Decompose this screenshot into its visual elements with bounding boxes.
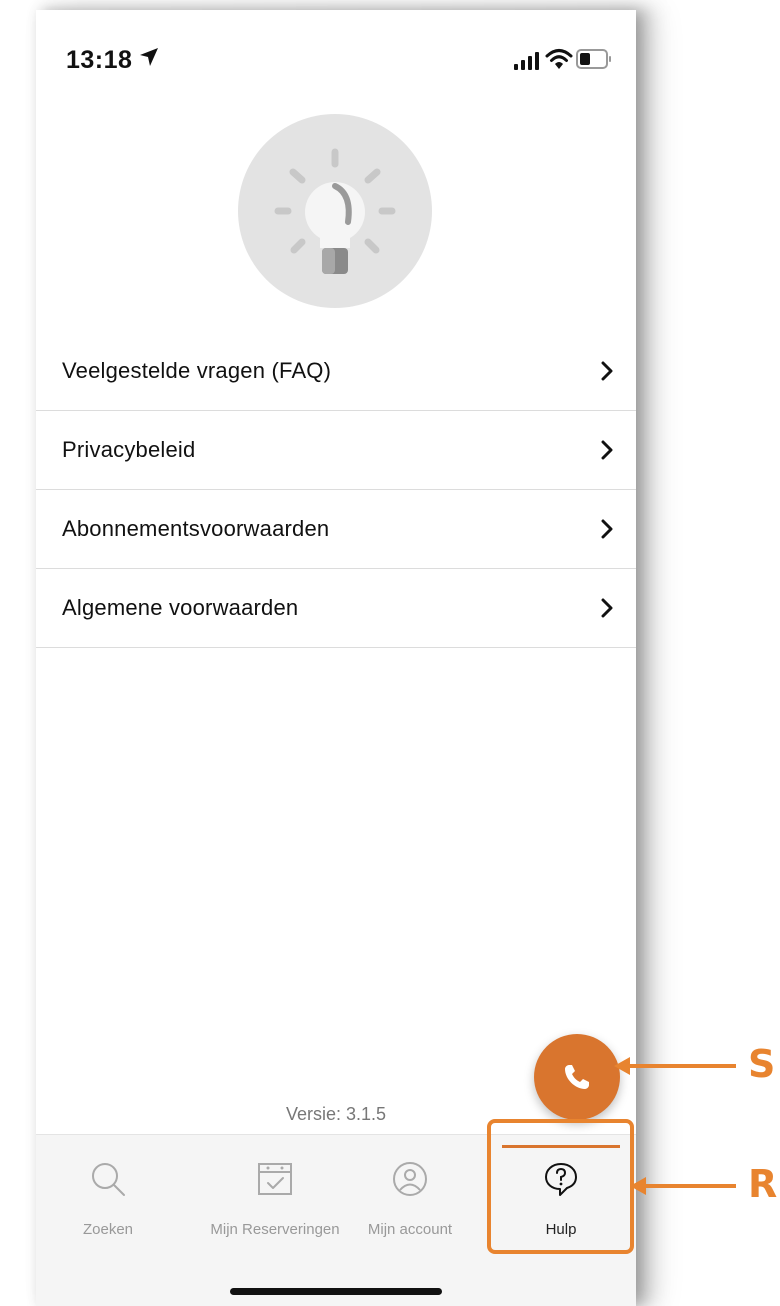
home-indicator <box>230 1288 442 1295</box>
menu-item-label: Algemene voorwaarden <box>62 595 299 620</box>
annotation-letter-r: R <box>748 1162 778 1206</box>
status-time: 13:18 <box>66 46 133 74</box>
tab-label: Zoeken <box>82 1221 134 1238</box>
chevron-right-icon <box>601 519 613 539</box>
annotation-letter-s: S <box>748 1042 776 1086</box>
calendar-check-icon <box>258 1163 292 1195</box>
tab-mijn-reserveringen[interactable]: Mijn Reserveringen <box>182 1135 368 1255</box>
menu-item-label: Privacybeleid <box>62 437 196 462</box>
menu-item-privacy[interactable]: Privacybeleid <box>36 411 636 490</box>
chevron-right-icon <box>601 361 613 381</box>
tab-label: Mijn account <box>367 1221 453 1238</box>
signal-icon <box>514 52 539 70</box>
menu-item-faq[interactable]: Veelgestelde vragen (FAQ) <box>36 332 636 411</box>
help-menu-list: Veelgestelde vragen (FAQ) Privacybeleid … <box>36 332 636 648</box>
annotation-arrow-s <box>614 1057 736 1075</box>
chevron-right-icon <box>601 598 613 618</box>
search-icon <box>92 1163 125 1196</box>
lightbulb-icon <box>274 148 396 274</box>
location-arrow-icon <box>140 48 158 66</box>
menu-item-label: Veelgestelde vragen (FAQ) <box>62 358 332 383</box>
phone-icon <box>565 1065 589 1089</box>
call-button[interactable] <box>534 1034 620 1120</box>
battery-icon <box>576 49 611 69</box>
menu-item-subscription-terms[interactable]: Abonnementsvoorwaarden <box>36 490 636 569</box>
chevron-right-icon <box>601 440 613 460</box>
annotation-arrow-r <box>630 1177 736 1195</box>
menu-item-general-terms[interactable]: Algemene voorwaarden <box>36 569 636 648</box>
menu-item-label: Abonnementsvoorwaarden <box>62 516 330 541</box>
user-circle-icon <box>393 1162 427 1196</box>
hero-illustration <box>238 114 432 308</box>
annotation-highlight-box <box>487 1119 634 1254</box>
phone-screen: 13:18 Veelgestelde vragen (FAQ) Privacyb… <box>36 10 636 1306</box>
status-bar: 13:18 <box>36 10 636 90</box>
tab-label: Mijn Reserveringen <box>210 1221 340 1238</box>
wifi-icon <box>545 49 573 69</box>
tab-mijn-account[interactable]: Mijn account <box>350 1135 470 1255</box>
tab-zoeken[interactable]: Zoeken <box>58 1135 158 1255</box>
